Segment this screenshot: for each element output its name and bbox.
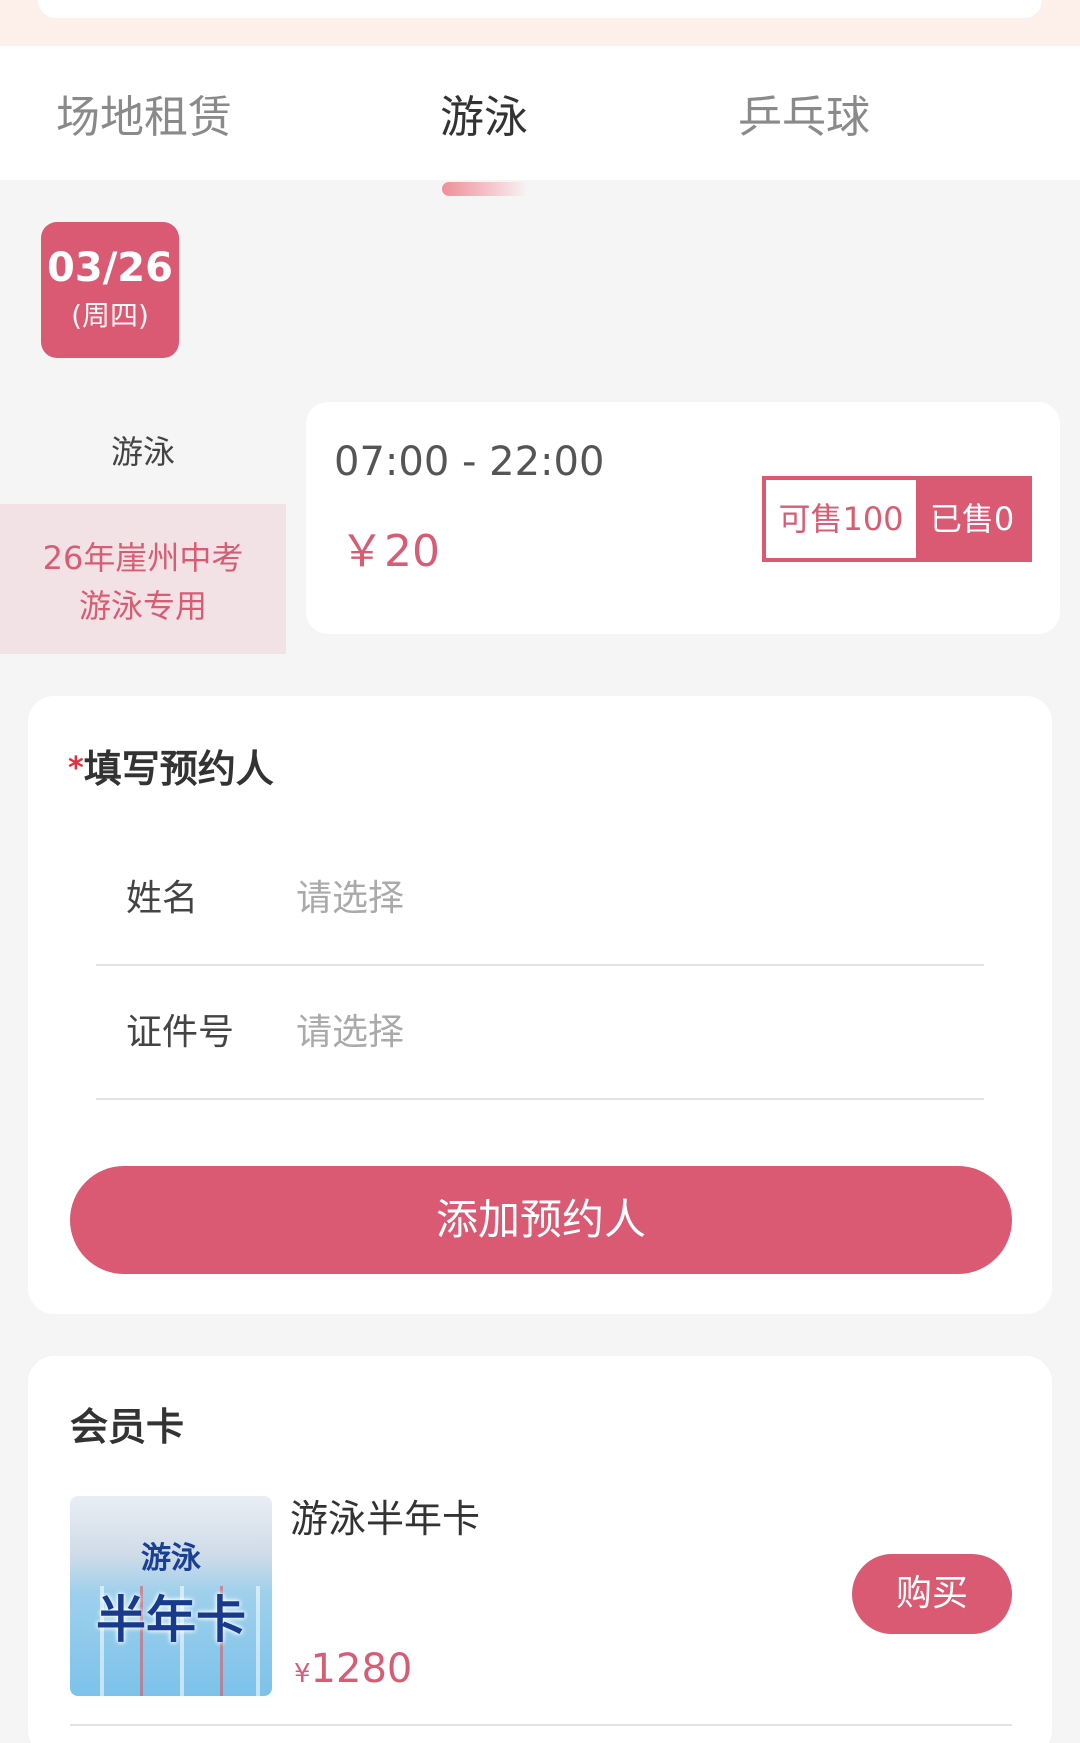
name-field[interactable]: 姓名 请选择 (96, 832, 984, 966)
category-label-line1: 26年崖州中考 (42, 539, 244, 577)
name-field-label: 姓名 (126, 878, 199, 919)
membership-card-price: ¥1280 (294, 1644, 412, 1702)
category-tabs: 场地租赁 游泳 乒乓球 (0, 46, 1080, 196)
divider (70, 1724, 1012, 1726)
active-tab-indicator (442, 182, 528, 196)
booking-form-card: *填写预约人 姓名 请选择 证件号 请选择 添加预约人 (28, 696, 1052, 1314)
buy-button[interactable]: 购买 (852, 1554, 1012, 1634)
price-amount: 1280 (310, 1646, 413, 1692)
tab-swimming[interactable]: 游泳 (440, 88, 528, 148)
category-label-line2: 游泳专用 (78, 587, 207, 625)
thumbnail-title-large: 半年卡 (96, 1591, 246, 1649)
sold-count: 已售0 (929, 500, 1015, 538)
category-item-exam-swimming[interactable]: 26年崖州中考 游泳专用 (0, 504, 286, 654)
category-label: 游泳 (110, 433, 175, 471)
stock-badge: 可售100 已售0 (762, 476, 1032, 562)
date-weekday: (周四) (71, 299, 149, 332)
membership-card-section: 会员卡 游泳 半年卡 游泳半年卡 ¥1280 购买 (28, 1356, 1052, 1743)
session-price: ￥20 (340, 526, 440, 577)
id-number-field-placeholder[interactable]: 请选择 (296, 966, 404, 1100)
session-card[interactable]: 07:00 - 22:00 ￥20 可售100 已售0 (306, 402, 1060, 634)
category-item-swimming[interactable]: 游泳 (0, 400, 286, 504)
page: 场地租赁 游泳 乒乓球 03/26 (周四) 游泳 26年崖州中考 游泳专用 0… (0, 0, 1080, 1743)
date-selector[interactable]: 03/26 (周四) (41, 222, 179, 358)
booking-form-title: *填写预约人 (68, 744, 274, 794)
tab-table-tennis[interactable]: 乒乓球 (738, 88, 870, 148)
session-time: 07:00 - 22:00 (334, 439, 605, 485)
thumbnail-title-small: 游泳 (141, 1541, 201, 1576)
top-banner-strip (0, 0, 1080, 46)
tab-venue-rental[interactable]: 场地租赁 (56, 88, 232, 148)
available-count: 可售100 (766, 480, 916, 558)
date-day: 03/26 (47, 245, 173, 291)
required-mark: * (68, 751, 84, 786)
membership-title: 会员卡 (70, 1405, 185, 1449)
name-field-placeholder[interactable]: 请选择 (296, 832, 404, 966)
id-number-field-label: 证件号 (126, 1012, 235, 1053)
add-booker-button[interactable]: 添加预约人 (70, 1166, 1012, 1274)
top-card-edge (38, 0, 1042, 18)
form-title-text: 填写预约人 (83, 747, 274, 791)
id-number-field[interactable]: 证件号 请选择 (96, 966, 984, 1100)
membership-card-thumbnail[interactable]: 游泳 半年卡 (70, 1496, 272, 1696)
price-currency: ¥ (294, 1659, 311, 1689)
membership-card-name: 游泳半年卡 (290, 1497, 481, 1541)
